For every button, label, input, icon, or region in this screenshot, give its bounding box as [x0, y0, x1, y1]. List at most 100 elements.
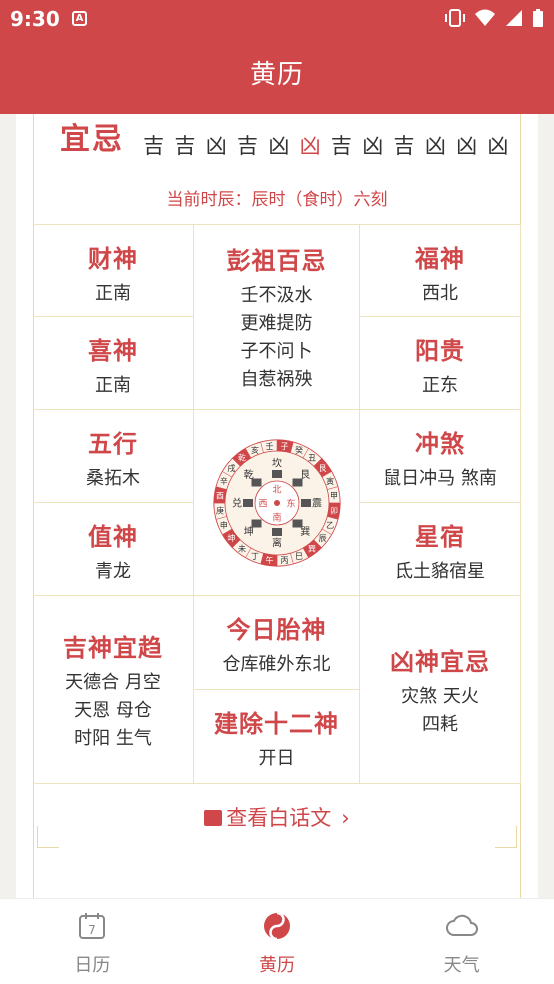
calendar-icon: 7 [79, 913, 106, 939]
cell-caishen[interactable]: 财神 正南 [33, 224, 194, 317]
compass-trigram-mark [271, 527, 282, 536]
compass-outer-label: 巳 [295, 552, 303, 561]
compass-trigram-label: 巽 [300, 525, 310, 537]
tab-weather-label: 天气 [443, 955, 480, 976]
current-time-text: 当前时辰：辰时（食时）六刻 [166, 190, 388, 210]
xingxiu-title: 星宿 [415, 522, 465, 551]
cell-yanggui[interactable]: 阳贵 正东 [360, 317, 521, 410]
corner-ornament-right [495, 826, 517, 848]
cell-compass: 子癸丑艮寅甲卯乙辰巽巳丙午丁未坤申庚酉辛戌乾亥壬坎艮震巽离坤兑乾北东南西 [194, 410, 360, 596]
zhishen-title: 值神 [88, 522, 138, 551]
cell-zhishen[interactable]: 值神 青龙 [33, 503, 194, 596]
compass-outer-label: 辰 [318, 534, 326, 543]
compass-trigram-mark [271, 469, 282, 478]
pengzu-title: 彭祖百忌 [226, 246, 327, 275]
compass-outer-label: 乾 [237, 452, 245, 462]
xiongshen-title: 凶神宜忌 [390, 647, 490, 676]
compass-outer-label: 丑 [308, 453, 316, 462]
chongsha-title: 冲煞 [415, 429, 465, 458]
wifi-icon [475, 9, 495, 26]
cell-xiongshen[interactable]: 凶神宜忌 灾煞 天火 四耗 [360, 596, 521, 784]
cell-chongsha[interactable]: 冲煞 鼠日冲马 煞南 [360, 410, 521, 503]
compass-direction-label: 东 [286, 497, 295, 509]
xiongshen-lines: 灾煞 天火 四耗 [401, 683, 479, 739]
zhishen-value: 青龙 [95, 561, 131, 582]
compass-trigram-mark [242, 498, 253, 507]
cell-xingxiu[interactable]: 星宿 氐土貉宿星 [360, 503, 521, 596]
compass-outer-label: 申 [219, 520, 227, 530]
tab-weather[interactable]: 天气 [369, 899, 554, 984]
jishen-title: 吉神宜趋 [63, 633, 163, 662]
view-vernacular-label: 查看白话文 [226, 806, 332, 830]
compass-center-dot [273, 499, 280, 506]
xiongshen-line: 四耗 [421, 714, 458, 735]
jishen-line: 时阳 生气 [74, 728, 152, 749]
hour-luck-item: 吉 [330, 134, 352, 158]
yiji-label: 宜忌 [60, 122, 124, 157]
cell-jianchu[interactable]: 建除十二神 开日 [194, 690, 360, 784]
yanggui-value: 正东 [422, 375, 458, 396]
hour-luck-item: 凶 [268, 134, 290, 158]
taishen-title: 今日胎神 [226, 615, 327, 644]
hour-luck-item: 凶 [424, 134, 446, 158]
compass-outer-label: 子 [280, 441, 288, 450]
compass-direction-label: 南 [272, 511, 281, 523]
compass-outer-label: 庚 [215, 505, 223, 515]
compass-outer-label: 甲 [330, 491, 338, 500]
compass-outer-label: 辛 [219, 475, 227, 485]
cell-wuxing[interactable]: 五行 桑拓木 [33, 410, 194, 503]
almanac-grid: 财神 正南 彭祖百忌 壬不汲水 更难提防 子不问卜 自惹祸殃 福神 西北 喜神 … [33, 224, 521, 786]
compass-outer-label: 午 [265, 555, 273, 565]
hour-luck-item: 吉 [393, 134, 415, 158]
hour-luck-item: 凶 [362, 134, 384, 158]
compass-outer-label: 丙 [280, 556, 288, 565]
tab-calendar-label: 日历 [74, 955, 111, 976]
pengzu-line: 壬不汲水 [240, 285, 313, 306]
calendar-day-number: 7 [89, 923, 97, 937]
cell-pengzu[interactable]: 彭祖百忌 壬不汲水 更难提防 子不问卜 自惹祸殃 [194, 224, 360, 410]
cloud-icon [445, 914, 478, 936]
status-bar: 9:30 A [0, 0, 554, 36]
xishen-title: 喜神 [88, 336, 138, 365]
compass-outer-label: 壬 [265, 440, 273, 450]
compass-outer-label: 坤 [227, 533, 235, 543]
jishen-lines: 天德合 月空 天恩 母仓 时阳 生气 [65, 669, 161, 753]
vibrate-icon [445, 9, 465, 27]
caishen-value: 正南 [95, 283, 131, 304]
notification-icon: A [72, 11, 87, 26]
compass-outer-label: 丁 [250, 552, 258, 561]
hour-luck-item: 凶 [299, 134, 321, 158]
cell-xishen[interactable]: 喜神 正南 [33, 317, 194, 410]
compass-trigram-label: 离 [272, 536, 282, 549]
view-vernacular-link[interactable]: 查看白话文 › [33, 788, 521, 848]
compass-outer-label: 酉 [215, 491, 223, 500]
bottom-tab-bar: 7 日历 黄历 天气 [0, 898, 554, 984]
compass-outer-label: 卯 [330, 506, 338, 515]
cell-fushen[interactable]: 福神 西北 [360, 224, 521, 317]
jishen-line: 天恩 母仓 [74, 700, 152, 721]
page-title: 黄历 [249, 60, 304, 90]
tab-almanac[interactable]: 黄历 [185, 899, 370, 984]
tab-calendar[interactable]: 7 日历 [0, 899, 185, 984]
hour-luck-item: 凶 [456, 134, 478, 158]
hour-luck-item: 凶 [205, 134, 227, 158]
compass-outer-label: 未 [237, 543, 245, 553]
cell-taishen[interactable]: 今日胎神 仓库碓外东北 [194, 596, 360, 690]
xingxiu-value: 氐土貉宿星 [395, 561, 485, 582]
app-bar: 黄历 [0, 36, 554, 114]
cell-jishen[interactable]: 吉神宜趋 天德合 月空 天恩 母仓 时阳 生气 [33, 596, 194, 784]
compass-trigram-mark [300, 498, 311, 507]
compass-dial: 子癸丑艮寅甲卯乙辰巽巳丙午丁未坤申庚酉辛戌乾亥 壬坎艮震巽离坤兑乾北东南西 [212, 438, 341, 567]
status-icons [444, 8, 544, 28]
hour-luck-item: 吉 [143, 134, 165, 158]
compass-outer-label: 巽 [308, 544, 316, 553]
compass-outer-label: 寅 [326, 475, 334, 485]
compass-trigram-label: 兑 [232, 496, 242, 509]
hour-luck-item: 吉 [237, 134, 259, 158]
content-scroll[interactable]: 宜忌 吉吉凶吉凶凶吉凶吉凶凶凶 当前时辰：辰时（食时）六刻 财神 正南 彭祖百忌… [0, 114, 554, 898]
jianchu-value: 开日 [258, 748, 295, 769]
compass-outer-label: 乙 [326, 521, 334, 530]
yanggui-title: 阳贵 [415, 336, 465, 365]
chevron-right-icon: › [341, 806, 350, 830]
compass-trigram-mark [292, 519, 303, 528]
